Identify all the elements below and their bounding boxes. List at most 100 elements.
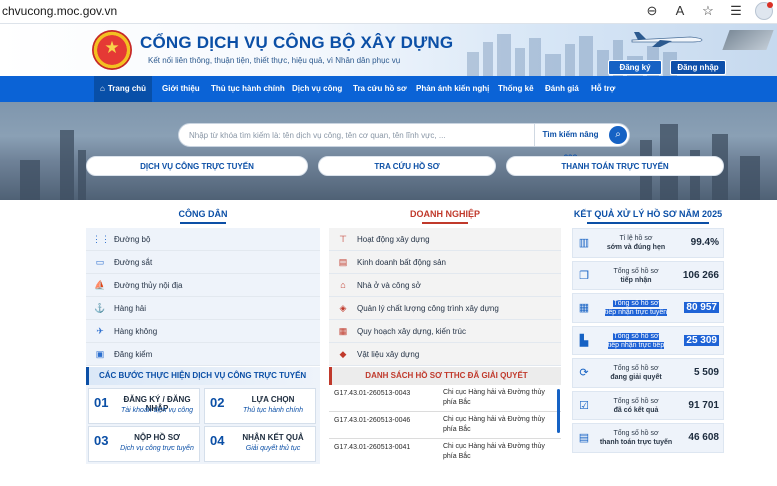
building-shape (20, 160, 40, 200)
favorite-star-icon[interactable]: ☆ (699, 2, 717, 20)
citizen-heading: CÔNG DÂN (86, 209, 320, 224)
business-item-real-estate[interactable]: ▤ Kinh doanh bất động sản (329, 251, 561, 274)
grid-icon: ▦ (578, 302, 590, 314)
citizen-item-maritime[interactable]: ⚓ Hàng hải (86, 297, 320, 320)
stat-label-strong: sớm và đúng hẹn (606, 244, 666, 251)
scrollbar[interactable] (557, 389, 560, 433)
stat-label-strong: thanh toán trực tuyến (599, 439, 673, 446)
step-number: 04 (210, 433, 225, 448)
building-shape (78, 150, 86, 200)
citizen-item-inspection[interactable]: ▣ Đăng kiểm (86, 343, 320, 366)
browser-actions: ⊖ A ☆ ☰ (643, 2, 773, 20)
list-item-label: Đường sắt (114, 257, 153, 267)
stat-value: 25 309 (684, 334, 719, 346)
stat-label-strong: tiếp nhận trực tuyến (604, 309, 668, 316)
login-button[interactable]: Đăng nhập (670, 60, 726, 75)
business-item-quality[interactable]: ◈ Quản lý chất lượng công trình xây dựng (329, 297, 561, 320)
step-receive-result[interactable]: 04 NHẬN KẾT QUẢ Giải quyết thủ tục (204, 426, 316, 462)
nav-procedures[interactable]: Thủ tục hành chính (211, 76, 285, 102)
result-icon: ☑ (579, 399, 589, 412)
business-item-housing[interactable]: ⌂ Nhà ở và công sở (329, 274, 561, 297)
zoom-icon[interactable]: ⊖ (643, 2, 661, 20)
nav-public-services[interactable]: Dịch vụ công (292, 76, 342, 102)
online-payment-button[interactable]: THANH TOÁN TRỰC TUYẾN (506, 156, 724, 176)
online-service-steps: CÁC BƯỚC THỰC HIỆN DỊCH VỤ CÔNG TRỰC TUY… (86, 367, 320, 464)
step-submit[interactable]: 03 NỘP HỒ SƠ Dịch vụ công trực tuyến (88, 426, 200, 462)
stat-online-payment: ▤ Tổng số hồ sơ thanh toán trực tuyến 46 … (572, 423, 724, 453)
nav-dossier-lookup[interactable]: Tra cứu hồ sơ (353, 76, 407, 102)
results-stats: ▥ Tỉ lệ hồ sơ sớm và đúng hẹn 99.4% ❐ Tổn… (572, 228, 724, 456)
main-nav: ⌂ Trang chủ Giới thiệu Thủ tục hành chính… (0, 76, 777, 102)
search-input[interactable]: Nhập từ khóa tìm kiếm là: tên dịch vụ cô… (189, 131, 446, 140)
stat-value: 46 608 (688, 432, 719, 443)
step-subtitle: Thủ tục hành chính (243, 407, 303, 414)
dossier-row[interactable]: G17.43.01-260513-0043 Chi cục Hàng hải v… (329, 385, 561, 412)
step-register-login[interactable]: 01 ĐĂNG KÝ / ĐĂNG NHẬP Tài khoản dịch vụ… (88, 388, 200, 424)
advanced-search-link[interactable]: Tìm kiếm nâng cao (534, 124, 606, 161)
step-title: NHẬN KẾT QUẢ (242, 433, 304, 442)
profile-avatar[interactable] (755, 2, 773, 20)
list-item-label: Quy hoạch xây dựng, kiến trúc (357, 326, 466, 336)
address-bar[interactable]: chvucong.moc.gov.vn (2, 4, 117, 18)
business-item-planning[interactable]: ▦ Quy hoạch xây dựng, kiến trúc (329, 320, 561, 343)
plane-icon: ✈ (96, 325, 104, 336)
business-heading: DOANH NGHIỆP (329, 209, 561, 224)
list-item-label: Đăng kiểm (114, 349, 153, 359)
nav-home[interactable]: ⌂ Trang chủ (94, 76, 153, 102)
stat-label-strong: đang giải quyết (610, 374, 662, 381)
dossier-code: G17.43.01-260513-0043 (334, 390, 411, 397)
stat-received: ❐ Tổng số hồ sơ tiếp nhận 106 266 (572, 260, 724, 290)
nav-statistics[interactable]: Thống kê (498, 76, 534, 102)
register-button[interactable]: Đăng ký (608, 60, 662, 75)
search-icon[interactable]: ⌕ (609, 126, 627, 144)
stat-received-direct: ▙ Tổng số hồ sơ tiếp nhận trực tiếp 25 30… (572, 325, 724, 355)
business-item-construction[interactable]: ⊤ Hoạt động xây dựng (329, 228, 561, 251)
stat-on-time-rate: ▥ Tỉ lệ hồ sơ sớm và đúng hẹn 99.4% (572, 228, 724, 258)
building-icon: ▤ (338, 256, 348, 267)
results-heading: KẾT QUẢ XỬ LÝ HỒ SƠ NĂM 2025 (572, 209, 724, 224)
dossier-row[interactable]: G17.43.01-260513-0046 Chi cục Hàng hải v… (329, 412, 561, 439)
step-number: 02 (210, 395, 225, 410)
step-select[interactable]: 02 LỰA CHỌN Thủ tục hành chính (204, 388, 316, 424)
read-aloud-icon[interactable]: A (671, 2, 689, 20)
nav-rating[interactable]: Đánh giá (545, 76, 579, 102)
payment-icon: ▤ (578, 432, 590, 444)
business-list: ⊤ Hoạt động xây dựng ▤ Kinh doanh bất động… (329, 228, 561, 366)
stat-completed: ☑ Tổng số hồ sơ đã có kết quả 91 701 (572, 390, 724, 420)
planning-icon: ▦ (338, 325, 348, 336)
stat-value: 80 957 (684, 302, 719, 313)
road-icon: ⋮⋮ (92, 233, 110, 244)
nav-introduction[interactable]: Giới thiệu (162, 76, 200, 102)
national-emblem-logo[interactable] (92, 30, 132, 70)
folder-icon: ▙ (579, 334, 589, 347)
steps-title: CÁC BƯỚC THỰC HIỆN DỊCH VỤ CÔNG TRỰC TUY… (86, 367, 320, 385)
inspection-icon: ▣ (95, 348, 105, 359)
citizen-item-waterway[interactable]: ⛵ Đường thủy nội địa (86, 274, 320, 297)
step-subtitle: Giải quyết thủ tục (245, 445, 301, 452)
list-item-label: Đường bộ (114, 234, 151, 244)
online-services-button[interactable]: DỊCH VỤ CÔNG TRỰC TUYẾN (86, 156, 308, 176)
list-item-label: Đường thủy nội địa (114, 280, 183, 290)
anchor-icon: ⚓ (94, 302, 106, 313)
favorites-icon[interactable]: ☰ (727, 2, 745, 20)
nav-support[interactable]: Hỗ trợ (591, 76, 615, 102)
citizen-item-road[interactable]: ⋮⋮ Đường bộ (86, 228, 320, 251)
list-item-label: Quản lý chất lượng công trình xây dựng (357, 303, 499, 313)
citizen-item-aviation[interactable]: ✈ Hàng không (86, 320, 320, 343)
business-item-materials[interactable]: ◆ Vật liệu xây dựng (329, 343, 561, 366)
list-item-label: Hoạt động xây dựng (357, 234, 430, 244)
site-title: CỔNG DỊCH VỤ CÔNG BỘ XÂY DỰNG (140, 33, 454, 52)
citizen-item-railway[interactable]: ▭ Đường sắt (86, 251, 320, 274)
list-item-label: Vật liệu xây dựng (357, 349, 420, 359)
dossier-lookup-button[interactable]: TRA CỨU HỒ SƠ (318, 156, 496, 176)
dossier-row[interactable]: G17.43.01-260513-0041 Chi cục Hàng hải v… (329, 439, 561, 464)
step-title: LỰA CHỌN (251, 395, 295, 404)
nav-feedback[interactable]: Phản ánh kiến nghị (416, 76, 489, 102)
citizen-list: ⋮⋮ Đường bộ ▭ Đường sắt ⛵ Đường thủy nội đị… (86, 228, 320, 366)
step-number: 01 (94, 395, 109, 410)
nav-home-label: Trang chủ (107, 84, 147, 93)
step-title: NỘP HỒ SƠ (134, 433, 180, 442)
stat-value: 5 509 (693, 367, 719, 378)
processing-icon: ⟳ (579, 367, 589, 379)
stat-label: Tổng số hồ sơ (613, 365, 659, 372)
